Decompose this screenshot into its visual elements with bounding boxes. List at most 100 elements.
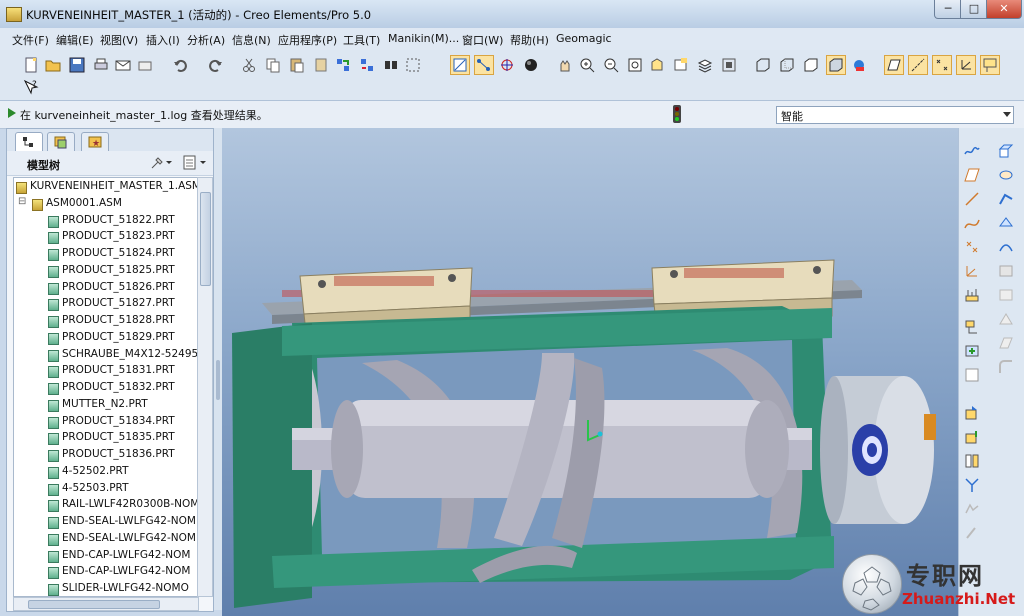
- tab-folder-browser[interactable]: [47, 132, 75, 151]
- find-icon[interactable]: [382, 56, 400, 74]
- trim-tool-icon[interactable]: [963, 500, 981, 518]
- open-folder-icon[interactable]: [44, 56, 62, 74]
- mirror-component-icon[interactable]: [963, 452, 981, 470]
- menu-view[interactable]: 视图(V): [100, 32, 138, 48]
- annotations-icon[interactable]: [980, 55, 1000, 75]
- email-link-icon[interactable]: [136, 56, 154, 74]
- round-tool-icon[interactable]: [997, 358, 1015, 376]
- model-display-icon[interactable]: [850, 56, 868, 74]
- scrollbar-thumb[interactable]: [200, 192, 211, 286]
- hidden-line-icon[interactable]: [778, 56, 796, 74]
- datum-display-icon[interactable]: [474, 55, 494, 75]
- pan-hand-icon[interactable]: [556, 56, 574, 74]
- extrude-tool-icon[interactable]: [997, 142, 1015, 160]
- close-button[interactable]: ✕: [986, 0, 1022, 19]
- regen-manager-icon[interactable]: [358, 56, 376, 74]
- datum-point-tool-icon[interactable]: [963, 238, 981, 256]
- minimize-button[interactable]: ─: [934, 0, 962, 19]
- graphics-window[interactable]: [222, 128, 958, 616]
- context-help-icon[interactable]: ?: [22, 78, 40, 96]
- paste-icon[interactable]: [288, 56, 306, 74]
- paste-special-icon[interactable]: [312, 56, 330, 74]
- assemble-tool-icon[interactable]: [963, 318, 981, 336]
- wireframe-icon[interactable]: [754, 56, 772, 74]
- sweep-tool-icon[interactable]: [997, 190, 1015, 208]
- menu-insert[interactable]: 插入(I): [146, 32, 180, 48]
- tree-columns-icon[interactable]: [181, 154, 209, 171]
- title-bar: KURVENEINHEIT_MASTER_1 (活动的) - Creo Elem…: [0, 0, 1024, 29]
- tab-favorites[interactable]: ★: [81, 132, 109, 151]
- menu-edit[interactable]: 编辑(E): [56, 32, 94, 48]
- coord-systems-icon[interactable]: [956, 55, 976, 75]
- tree-horizontal-scrollbar[interactable]: [13, 597, 199, 611]
- panel-splitter[interactable]: [214, 128, 222, 610]
- datum-points-icon[interactable]: [932, 55, 952, 75]
- datum-plane-tool-icon[interactable]: [963, 166, 981, 184]
- hole-tool-icon[interactable]: [997, 262, 1015, 280]
- expand-toggle-icon[interactable]: ⊟: [18, 196, 26, 207]
- no-hidden-icon[interactable]: [802, 56, 820, 74]
- refit-icon[interactable]: [626, 56, 644, 74]
- copy-icon[interactable]: [264, 56, 282, 74]
- datum-axis-tool-icon[interactable]: [963, 190, 981, 208]
- extend-tool-icon[interactable]: [963, 524, 981, 542]
- analysis-tool-icon[interactable]: [963, 286, 981, 304]
- menu-help[interactable]: 帮助(H): [510, 32, 549, 48]
- view-manager-icon[interactable]: [720, 56, 738, 74]
- draft-tool-icon[interactable]: [997, 334, 1015, 352]
- cut-icon[interactable]: [240, 56, 258, 74]
- save-icon[interactable]: [68, 56, 86, 74]
- selection-box-icon[interactable]: [404, 56, 422, 74]
- component-interface-icon[interactable]: [963, 366, 981, 384]
- part-icon: [48, 567, 59, 580]
- saved-views-icon[interactable]: [672, 56, 690, 74]
- menu-window[interactable]: 窗口(W): [462, 32, 503, 48]
- regenerate-icon[interactable]: [334, 56, 352, 74]
- shaded-icon[interactable]: [826, 55, 846, 75]
- menu-analysis[interactable]: 分析(A): [187, 32, 225, 48]
- spin-center-icon[interactable]: [498, 56, 516, 74]
- create-component-icon[interactable]: [963, 342, 981, 360]
- selection-filter-dropdown[interactable]: 智能: [776, 106, 1014, 124]
- sketch-display-icon[interactable]: [450, 55, 470, 75]
- maximize-button[interactable]: □: [960, 0, 988, 19]
- blend-tool-icon[interactable]: [997, 214, 1015, 232]
- package-component-icon[interactable]: [963, 428, 981, 446]
- insert-part-icon[interactable]: [963, 404, 981, 422]
- model-tree[interactable]: KURVENEINHEIT_MASTER_1.ASM ⊟ ASM0001.ASM PR…: [13, 177, 199, 597]
- datum-curve-tool-icon[interactable]: [963, 214, 981, 232]
- sketch-tool-icon[interactable]: [963, 142, 981, 160]
- feature-toolbar: [958, 128, 1024, 616]
- coord-system-tool-icon[interactable]: [963, 262, 981, 280]
- menu-geomagic[interactable]: Geomagic: [556, 32, 612, 45]
- redo-icon[interactable]: [206, 56, 224, 74]
- reorient-icon[interactable]: [648, 56, 666, 74]
- print-icon[interactable]: [92, 56, 110, 74]
- merge-tool-icon[interactable]: [963, 476, 981, 494]
- menu-manikin[interactable]: Manikin(M)...: [388, 32, 459, 45]
- boundary-blend-icon[interactable]: [997, 238, 1015, 256]
- tree-vertical-scrollbar[interactable]: [197, 177, 213, 597]
- email-icon[interactable]: [114, 56, 132, 74]
- revolve-tool-icon[interactable]: [997, 166, 1015, 184]
- assembly-model[interactable]: [222, 128, 958, 616]
- rib-tool-icon[interactable]: [997, 310, 1015, 328]
- shading-icon[interactable]: [522, 56, 540, 74]
- menu-tools[interactable]: 工具(T): [343, 32, 380, 48]
- new-file-icon[interactable]: [22, 56, 40, 74]
- menu-file[interactable]: 文件(F): [12, 32, 49, 48]
- layers-icon[interactable]: [696, 56, 714, 74]
- undo-icon[interactable]: [172, 56, 190, 74]
- datum-axes-icon[interactable]: [908, 55, 928, 75]
- tree-settings-icon[interactable]: [149, 154, 175, 171]
- menu-applications[interactable]: 应用程序(P): [278, 32, 337, 48]
- zoom-in-icon[interactable]: [578, 56, 596, 74]
- tab-model-tree[interactable]: [15, 132, 43, 151]
- datum-planes-icon[interactable]: [884, 55, 904, 75]
- shell-tool-icon[interactable]: [997, 286, 1015, 304]
- tree-item-label: PRODUCT_51823.PRT: [62, 230, 175, 243]
- scrollbar-thumb[interactable]: [28, 600, 160, 609]
- part-icon: [48, 483, 59, 496]
- menu-info[interactable]: 信息(N): [232, 32, 271, 48]
- zoom-out-icon[interactable]: [602, 56, 620, 74]
